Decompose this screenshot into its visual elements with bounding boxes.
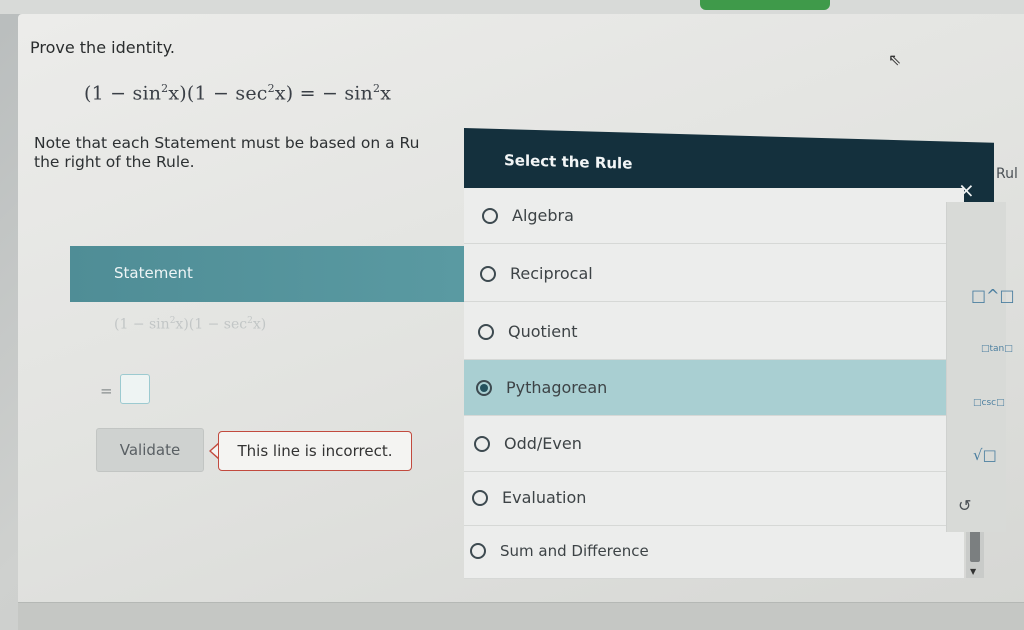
instruction-note: Note that each Statement must be based o… [34,134,474,172]
radio-icon [482,207,498,224]
top-strip [0,0,1024,14]
radio-selected-icon [476,379,492,396]
option-label: Reciprocal [510,264,593,283]
radio-icon [474,435,490,452]
rule-option-quotient[interactable]: Quotient [464,304,964,360]
error-message: This line is incorrect. [218,431,412,471]
option-label: Algebra [512,206,574,225]
option-label: Quotient [508,322,578,341]
radio-icon [472,489,488,506]
select-rule-modal: Select the Rule × Algebra Reciprocal Quo… [464,128,994,579]
tan-button[interactable]: □tan□ [981,344,1013,354]
statement-row: (1 − sin2x)(1 − sec2x) [114,316,267,333]
math-palette: □^□ □tan□ □csc□ √□ [946,202,1015,532]
sqrt-button[interactable]: √□ [973,446,997,464]
undo-icon[interactable]: ↺ [958,496,971,515]
option-label: Odd/Even [504,434,582,453]
radio-icon [480,265,496,282]
rule-option-reciprocal[interactable]: Reciprocal [464,246,964,302]
statement-column-header: Statement [70,246,464,302]
statement-input[interactable] [120,374,150,404]
rule-option-pythagorean[interactable]: Pythagorean [464,360,948,416]
equals-sign: = [100,382,113,400]
identity-equation: (1 − sin2x)(1 − sec2x) = − sin2x [84,82,392,105]
option-label: Evaluation [502,488,587,507]
rule-option-odd-even[interactable]: Odd/Even [464,416,964,472]
rule-option-evaluation[interactable]: Evaluation [464,470,964,526]
validate-button[interactable]: Validate [96,428,204,472]
mouse-cursor-icon: ⇖ [888,50,902,69]
option-label: Pythagorean [506,378,608,397]
bottom-bar [18,602,1024,630]
scroll-down-icon[interactable]: ▼ [970,567,976,576]
rule-option-sum-and-difference[interactable]: Sum and Difference [464,523,964,579]
modal-title: Select the Rule [504,151,633,173]
rule-option-algebra[interactable]: Algebra [464,188,964,244]
note-line-1: Note that each Statement must be based o… [34,134,420,152]
rule-column-tab: Rul [996,166,1018,182]
csc-button[interactable]: □csc□ [973,398,1005,408]
radio-icon [478,323,494,340]
problem-prompt: Prove the identity. [30,38,175,57]
rule-options-list: Algebra Reciprocal Quotient Pythagorean … [464,188,964,579]
green-top-button[interactable] [700,0,830,10]
exponent-button[interactable]: □^□ [971,286,1015,305]
note-line-2: the right of the Rule. [34,153,195,171]
radio-icon [470,542,486,559]
option-label: Sum and Difference [500,541,649,560]
